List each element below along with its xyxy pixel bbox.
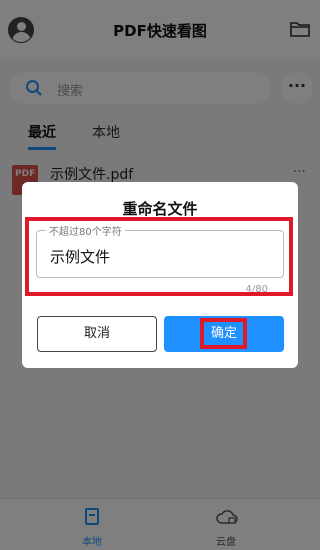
confirm-highlight-box bbox=[200, 318, 247, 349]
cancel-button[interactable]: 取消 bbox=[37, 316, 157, 352]
input-highlight-box bbox=[25, 217, 293, 296]
rename-dialog: 重命名文件 不超过80个字符 示例文件 4/80 取消 确定 bbox=[22, 182, 298, 368]
dialog-title: 重命名文件 bbox=[122, 200, 198, 218]
